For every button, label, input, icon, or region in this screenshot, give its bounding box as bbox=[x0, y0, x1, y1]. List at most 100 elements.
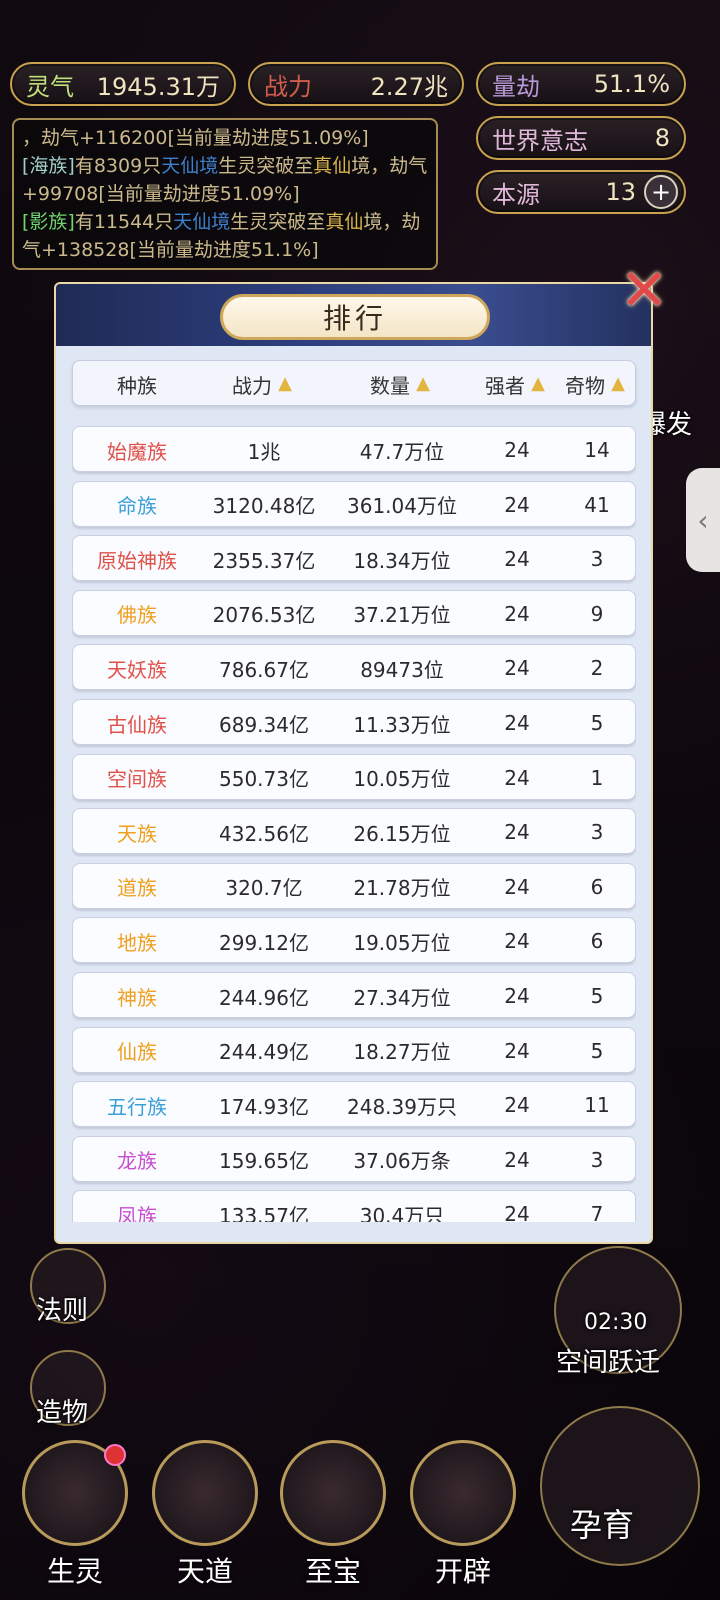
origin-resource[interactable]: 本源 13 + bbox=[476, 170, 686, 214]
lingqi-resource[interactable]: 灵气 1945.31万 bbox=[10, 62, 236, 106]
liangjie-resource[interactable]: 量劫 51.1% bbox=[476, 62, 686, 106]
table-row[interactable]: 凤族 133.57亿 30.4万只 24 7 bbox=[72, 1190, 636, 1222]
zhanli-value: 2.27兆 bbox=[370, 72, 448, 101]
log-line: ，劫气+116200[当前量劫进度51.09%] bbox=[22, 127, 369, 149]
zhanli-label: 战力 bbox=[264, 72, 312, 101]
table-row[interactable]: 原始神族 2355.37亿 18.34万位 24 3 bbox=[72, 535, 636, 582]
sort-arrow-icon[interactable]: ▲ bbox=[607, 372, 629, 396]
log-text: 有8309只 bbox=[74, 155, 162, 177]
strong-value: 24 bbox=[504, 601, 530, 626]
table-row[interactable]: 命族 3120.48亿 361.04万位 24 41 bbox=[72, 480, 636, 527]
sort-arrow-icon[interactable]: ▲ bbox=[274, 372, 296, 396]
lingqi-label: 灵气 bbox=[26, 72, 74, 101]
relic-value: 5 bbox=[590, 1038, 604, 1063]
header-power[interactable]: 战力 ▲ bbox=[201, 361, 327, 407]
race-name: 仙族 bbox=[117, 1040, 157, 1065]
strong-value: 24 bbox=[504, 438, 530, 462]
count-value: 19.05万位 bbox=[353, 930, 451, 955]
count-value: 10.05万位 bbox=[353, 767, 451, 792]
ranking-modal: 排行 种族 战力 ▲ 数量 ▲ 强者 ▲ 奇物 ▲ 始魔族 1兆 47.7万位 24 1… bbox=[54, 282, 653, 1244]
creation-label: 造物 bbox=[36, 1398, 89, 1428]
header-race: 种族 bbox=[73, 361, 201, 407]
header-count-label: 数量 bbox=[370, 373, 410, 398]
race-name: 佛族 bbox=[117, 603, 157, 628]
table-row[interactable]: 始魔族 1兆 47.7万位 24 14 bbox=[72, 426, 636, 472]
relic-value: 5 bbox=[590, 711, 604, 735]
count-value: 37.06万条 bbox=[353, 1149, 451, 1174]
lingqi-value: 1945.31万 bbox=[96, 72, 220, 101]
race-name: 地族 bbox=[117, 930, 157, 955]
table-row[interactable]: 古仙族 689.34亿 11.33万位 24 5 bbox=[72, 699, 636, 745]
nav-treasure[interactable]: 至宝 bbox=[274, 1440, 392, 1590]
table-row[interactable]: 空间族 550.73亿 10.05万位 24 1 bbox=[72, 753, 636, 800]
space-jump-timer: 02:30 bbox=[584, 1310, 648, 1335]
event-log[interactable]: ，劫气+116200[当前量劫进度51.09%] [海族]有8309只天仙境生灵… bbox=[12, 118, 438, 270]
table-row[interactable]: 神族 244.96亿 27.34万位 24 5 bbox=[72, 972, 636, 1018]
strong-value: 24 bbox=[504, 547, 530, 572]
strong-value: 24 bbox=[504, 656, 530, 681]
power-value: 320.7亿 bbox=[225, 876, 303, 901]
race-name: 原始神族 bbox=[97, 548, 177, 573]
table-row[interactable]: 龙族 159.65亿 37.06万条 24 3 bbox=[72, 1135, 636, 1182]
table-row[interactable]: 天妖族 786.67亿 89473位 24 2 bbox=[72, 644, 636, 691]
strong-value: 24 bbox=[504, 1202, 530, 1222]
power-value: 432.56亿 bbox=[219, 821, 309, 846]
nurture-label: 孕育 bbox=[570, 1506, 635, 1544]
relic-value: 11 bbox=[584, 1093, 610, 1118]
add-origin-button[interactable]: + bbox=[644, 175, 678, 209]
table-row[interactable]: 仙族 244.49亿 18.27万位 24 5 bbox=[72, 1026, 636, 1073]
close-icon[interactable]: ✕ bbox=[612, 258, 676, 322]
race-name: 龙族 bbox=[117, 1149, 157, 1174]
header-relic[interactable]: 奇物 ▲ bbox=[557, 361, 637, 407]
table-row[interactable]: 佛族 2076.53亿 37.21万位 24 9 bbox=[72, 589, 636, 636]
power-value: 244.49亿 bbox=[219, 1040, 309, 1065]
power-value: 244.96亿 bbox=[219, 985, 309, 1010]
ranking-list[interactable]: 始魔族 1兆 47.7万位 24 14 命族 3120.48亿 361.04万位 24 41 原始神… bbox=[72, 426, 636, 1222]
world-will-label: 世界意志 bbox=[492, 126, 588, 155]
count-value: 248.39万只 bbox=[347, 1094, 457, 1119]
strong-value: 24 bbox=[504, 711, 530, 735]
strong-value: 24 bbox=[504, 1093, 530, 1118]
zhanli-resource[interactable]: 战力 2.27兆 bbox=[248, 62, 464, 106]
power-value: 159.65亿 bbox=[219, 1149, 309, 1174]
sort-arrow-icon[interactable]: ▲ bbox=[412, 372, 434, 396]
table-row[interactable]: 五行族 174.93亿 248.39万只 24 11 bbox=[72, 1081, 636, 1128]
strong-value: 24 bbox=[504, 874, 530, 899]
side-drawer-handle[interactable]: ‹ bbox=[686, 468, 720, 572]
log-text: 有11544只 bbox=[74, 211, 174, 233]
sort-arrow-icon[interactable]: ▲ bbox=[527, 372, 549, 396]
log-realm: 真仙 bbox=[325, 211, 364, 233]
relic-value: 5 bbox=[590, 984, 604, 1008]
nav-heaven[interactable]: 天道 bbox=[146, 1440, 264, 1590]
count-value: 21.78万位 bbox=[353, 876, 451, 901]
power-value: 1兆 bbox=[247, 439, 281, 464]
count-value: 47.7万位 bbox=[359, 439, 445, 464]
relic-value: 6 bbox=[590, 874, 604, 899]
table-row[interactable]: 地族 299.12亿 19.05万位 24 6 bbox=[72, 917, 636, 964]
race-name: 天妖族 bbox=[107, 657, 167, 682]
power-value: 2355.37亿 bbox=[212, 548, 316, 573]
world-will-resource[interactable]: 世界意志 8 bbox=[476, 116, 686, 160]
relic-value: 14 bbox=[584, 438, 610, 462]
power-value: 3120.48亿 bbox=[212, 494, 316, 519]
nav-creatures-label: 生灵 bbox=[46, 1555, 103, 1588]
relic-value: 1 bbox=[590, 765, 604, 790]
relic-value: 9 bbox=[590, 601, 604, 626]
header-strong-label: 强者 bbox=[485, 373, 525, 398]
nav-create-label: 开辟 bbox=[434, 1555, 491, 1588]
header-strong[interactable]: 强者 ▲ bbox=[477, 361, 557, 407]
table-row[interactable]: 道族 320.7亿 21.78万位 24 6 bbox=[72, 862, 636, 909]
table-row[interactable]: 天族 432.56亿 26.15万位 24 3 bbox=[72, 808, 636, 855]
treasure-icon bbox=[280, 1440, 386, 1546]
race-name: 道族 bbox=[117, 876, 157, 901]
power-value: 786.67亿 bbox=[219, 657, 309, 682]
table-header: 种族 战力 ▲ 数量 ▲ 强者 ▲ 奇物 ▲ bbox=[72, 360, 636, 406]
relic-value: 3 bbox=[590, 1147, 604, 1172]
header-power-label: 战力 bbox=[232, 373, 272, 398]
header-count[interactable]: 数量 ▲ bbox=[327, 361, 477, 407]
liangjie-value: 51.1% bbox=[593, 70, 670, 98]
liangjie-label: 量劫 bbox=[492, 72, 540, 101]
race-name: 五行族 bbox=[107, 1094, 167, 1119]
nav-create[interactable]: 开辟 bbox=[404, 1440, 522, 1590]
nav-treasure-label: 至宝 bbox=[304, 1555, 361, 1588]
